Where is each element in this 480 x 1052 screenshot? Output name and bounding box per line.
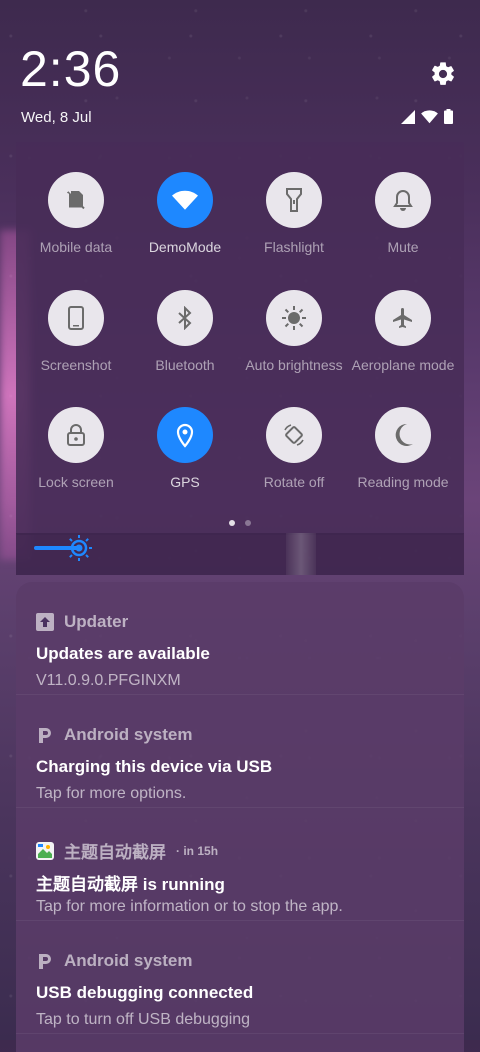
notification-body: Tap for more options. xyxy=(36,785,187,802)
tile-bluetooth[interactable]: Bluetooth xyxy=(130,290,240,373)
location-icon xyxy=(157,407,213,463)
wifi-icon xyxy=(157,172,213,228)
rotate-icon xyxy=(266,407,322,463)
brightness-icon xyxy=(266,290,322,346)
tile-mute[interactable]: Mute xyxy=(348,172,458,255)
quick-settings-pager xyxy=(16,520,464,526)
tile-reading-mode[interactable]: Reading mode xyxy=(348,407,458,490)
quick-settings-panel: Mobile data DemoMode Flashlight Mute Scr… xyxy=(16,142,464,535)
page-dot[interactable] xyxy=(245,520,251,526)
tile-label: Mute xyxy=(387,239,419,255)
page-dot-current[interactable] xyxy=(229,520,235,526)
notification-title: Charging this device via USB xyxy=(36,757,273,776)
notification-theme-app[interactable]: 主题自动截屏 · in 15h 主题自动截屏 is running Tap fo… xyxy=(16,808,464,921)
tile-auto-brightness[interactable]: Auto brightness xyxy=(239,290,349,373)
notification-title: Updates are available xyxy=(36,644,210,663)
mobile-data-off-icon xyxy=(48,172,104,228)
theme-app-icon xyxy=(36,841,54,860)
notification-app-name: Updater xyxy=(64,612,129,631)
signal-icon xyxy=(401,109,415,124)
android-system-icon xyxy=(36,952,54,970)
notification-time: · in 15h xyxy=(176,843,219,858)
tile-label: Rotate off xyxy=(263,474,325,490)
notification-android-usb-charging[interactable]: Android system Charging this device via … xyxy=(16,695,464,808)
tile-flashlight[interactable]: Flashlight xyxy=(239,172,349,255)
tile-label: Lock screen xyxy=(38,474,114,490)
tile-aeroplane-mode[interactable]: Aeroplane mode xyxy=(348,290,458,373)
tile-mobile-data[interactable]: Mobile data xyxy=(21,172,131,255)
clock-time: 2:36 xyxy=(20,41,122,97)
brightness-thumb-icon[interactable] xyxy=(64,533,94,563)
notification-app-name: Android system xyxy=(64,951,193,970)
tile-rotate-off[interactable]: Rotate off xyxy=(239,407,349,490)
bell-icon xyxy=(375,172,431,228)
brightness-slider[interactable] xyxy=(16,533,464,575)
notification-app-name: 主题自动截屏 xyxy=(64,843,166,862)
notification-body: V11.0.9.0.PFGINXM xyxy=(36,672,181,689)
airplane-icon xyxy=(375,290,431,346)
notification-body: Tap to turn off USB debugging xyxy=(36,1011,251,1028)
brightness-reflection xyxy=(286,533,316,575)
tile-label: Auto brightness xyxy=(245,357,343,373)
tile-label: Bluetooth xyxy=(155,357,215,373)
clock-date: Wed, 8 Jul xyxy=(21,109,92,126)
settings-gear-icon[interactable] xyxy=(429,60,457,88)
bluetooth-icon xyxy=(157,290,213,346)
wifi-icon xyxy=(421,109,438,123)
android-system-icon xyxy=(36,726,54,744)
battery-icon xyxy=(444,109,453,124)
updater-icon xyxy=(36,613,54,631)
tile-lock-screen[interactable]: Lock screen xyxy=(21,407,131,490)
tile-label: Aeroplane mode xyxy=(351,357,455,373)
system-status-icons xyxy=(401,109,453,124)
flashlight-icon xyxy=(266,172,322,228)
moon-icon xyxy=(375,407,431,463)
notification-android-usb-debugging[interactable]: Android system USB debugging connected T… xyxy=(16,921,464,1034)
tile-label: Flashlight xyxy=(264,239,324,255)
tile-label: Mobile data xyxy=(39,239,113,255)
notification-app-name: Android system xyxy=(64,725,193,744)
tile-label: Reading mode xyxy=(357,474,449,490)
notification-title: USB debugging connected xyxy=(36,983,254,1002)
lock-icon xyxy=(48,407,104,463)
tile-label: GPS xyxy=(170,474,200,490)
screenshot-icon xyxy=(48,290,104,346)
tile-label: Screenshot xyxy=(40,357,112,373)
tile-label: DemoMode xyxy=(148,239,222,255)
notification-title: 主题自动截屏 is running xyxy=(36,875,225,894)
tile-demomode[interactable]: DemoMode xyxy=(130,172,240,255)
tile-screenshot[interactable]: Screenshot xyxy=(21,290,131,373)
notification-panel: Updater Updates are available V11.0.9.0.… xyxy=(16,582,464,1052)
notification-time-value: in 15h xyxy=(183,843,219,858)
tile-gps[interactable]: GPS xyxy=(130,407,240,490)
notification-body: Tap for more information or to stop the … xyxy=(36,898,343,915)
notification-updater[interactable]: Updater Updates are available V11.0.9.0.… xyxy=(16,582,464,695)
